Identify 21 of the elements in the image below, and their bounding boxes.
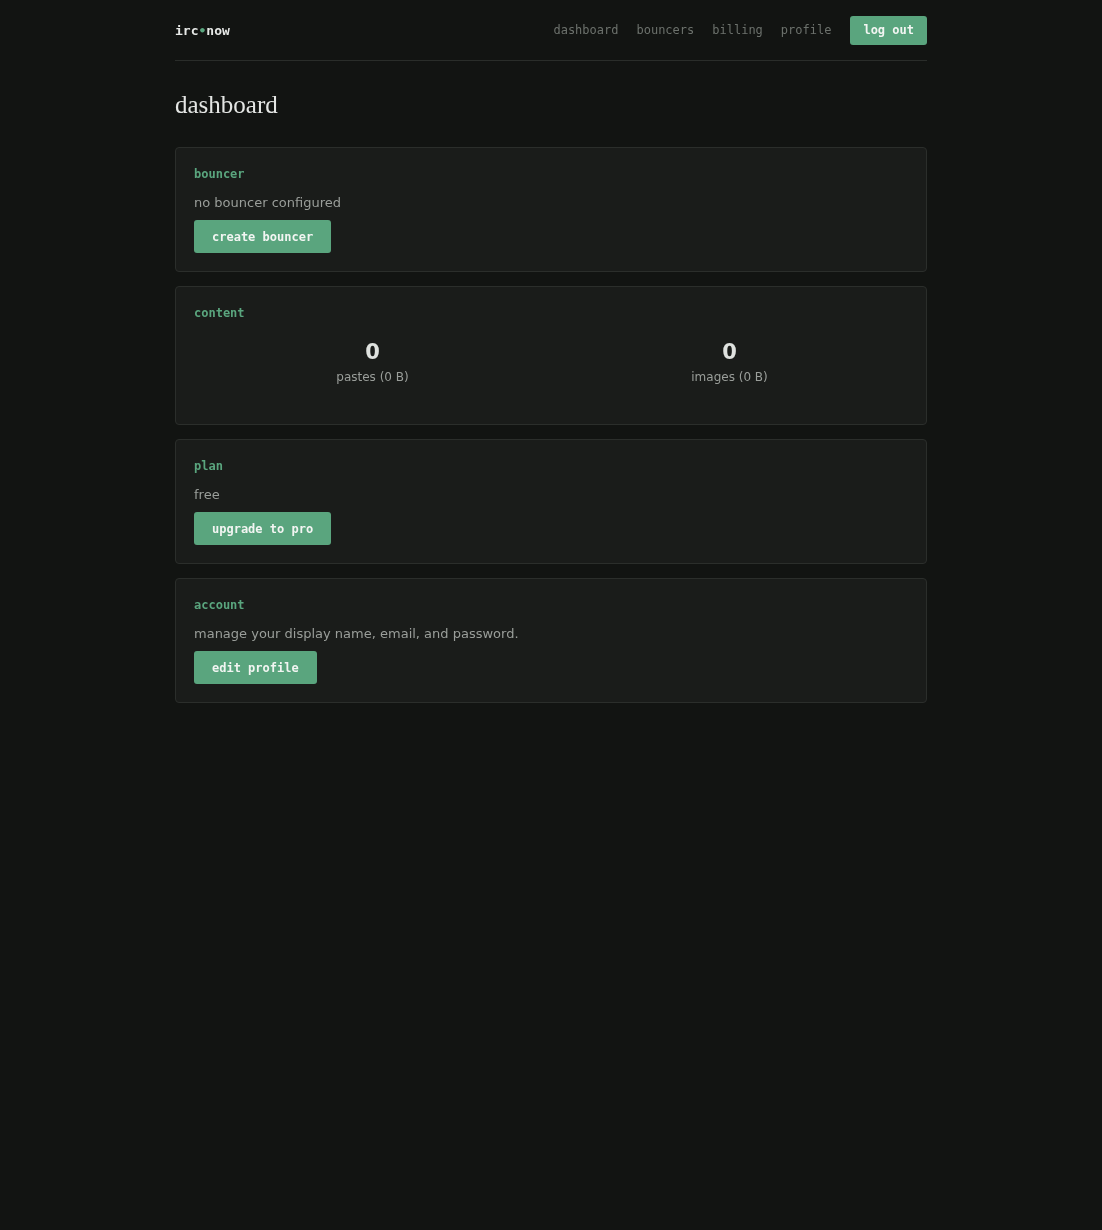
logout-button[interactable]: log out	[850, 15, 927, 45]
card-text: manage your display name, email, and password.	[194, 626, 520, 641]
card-heading: bouncer	[194, 167, 246, 181]
logo[interactable]: irc•now	[175, 22, 230, 38]
card-text: no bouncer configured	[194, 195, 342, 210]
card-text: free	[194, 487, 221, 502]
nav-link[interactable]: billing	[712, 23, 763, 37]
card-heading: account	[194, 598, 246, 612]
card-heading: plan	[194, 459, 224, 473]
nav-link[interactable]: bouncers	[636, 23, 695, 37]
action-button[interactable]: edit profile	[194, 651, 317, 684]
action-button[interactable]: upgrade to pro	[194, 512, 332, 545]
stat-label: pastes (0 B)	[336, 370, 409, 384]
stat-label: images (0 B)	[691, 370, 768, 384]
nav-link[interactable]: profile	[780, 23, 832, 37]
nav-link[interactable]: dashboard	[553, 23, 619, 37]
page-title: dashboard	[175, 91, 279, 119]
stat-value: 0	[365, 340, 380, 364]
card-heading: content	[194, 306, 246, 320]
action-button[interactable]: create bouncer	[194, 220, 332, 253]
stat-value: 0	[722, 340, 737, 364]
